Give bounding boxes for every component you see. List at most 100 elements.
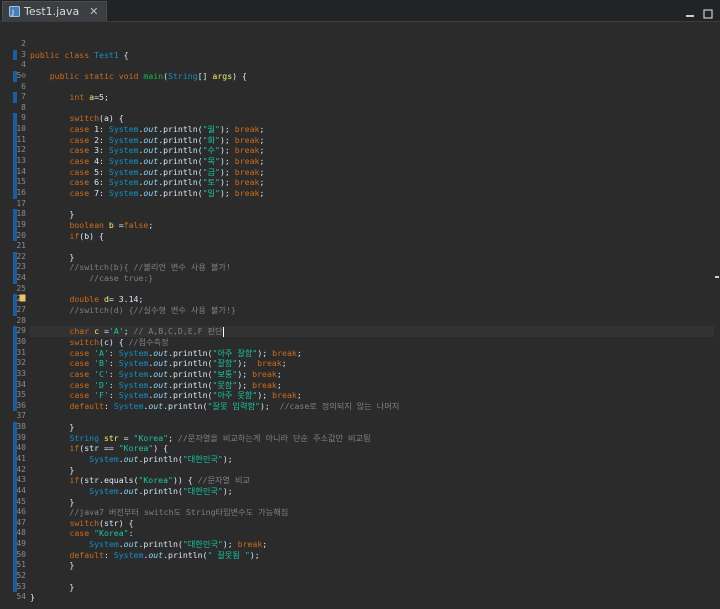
line-number-ruler: 2 3 4 5⊖ 6 7 8 9 10 11 12 13 14 15 16 17 18 19 20 21 22 23 24 2… — [0, 22, 28, 609]
code-token: ); — [222, 485, 233, 496]
code-token: case — [69, 124, 95, 135]
code-token: "Korea" — [94, 528, 129, 539]
minimize-icon[interactable] — [684, 4, 696, 17]
code-token: case — [69, 145, 95, 156]
code-token: default — [69, 400, 104, 411]
code-line: switch(a) { — [30, 113, 714, 124]
code-token: break — [234, 187, 260, 198]
code-token: "못함" — [212, 379, 238, 390]
line-number: 26 — [0, 294, 28, 305]
code-token: out — [143, 177, 159, 188]
code-token: char — [69, 326, 95, 337]
code-token: // A,B,C,D,E,F 판단 — [133, 326, 223, 337]
code-token: " 잘못됨 " — [207, 549, 250, 560]
line-number: 27 — [0, 305, 28, 316]
code-token: case — [69, 166, 95, 177]
code-token: break — [234, 124, 260, 135]
code-line: System.out.println("대한민국"); — [30, 454, 714, 465]
code-token: =5; — [94, 92, 109, 103]
code-token: 'C' — [94, 368, 109, 379]
code-token: int — [69, 92, 90, 103]
code-line: case 3: System.out.println("수"); break; — [30, 145, 714, 156]
tab-title: Test1.java — [24, 5, 80, 18]
code-token: "대한민국" — [182, 453, 223, 464]
line-number: 45 — [0, 496, 28, 508]
line-number: 29 — [0, 326, 28, 337]
warning-overview-marker[interactable] — [715, 276, 719, 278]
code-token: 2: — [94, 134, 109, 145]
line-number: 10 — [0, 124, 28, 135]
code-token: if — [69, 230, 80, 241]
code-token: : — [108, 390, 119, 401]
code-line: String str = "Korea"; //문자열을 비교하는게 아니라 단… — [30, 433, 714, 444]
overview-ruler[interactable] — [714, 22, 720, 609]
code-token: out — [153, 390, 169, 401]
code-token: (str) { — [99, 517, 134, 528]
code-token: args — [212, 70, 233, 81]
code-token: (str.equals( — [79, 475, 139, 486]
code-token: ; — [276, 368, 282, 379]
line-number: 54 — [16, 592, 26, 602]
code-token: : — [103, 549, 114, 560]
code-token: .println( — [158, 134, 203, 145]
code-token: .println( — [168, 379, 213, 390]
code-token: out — [148, 400, 164, 411]
code-token: ); — [219, 145, 235, 156]
code-token: break — [272, 347, 297, 358]
line-number: 18 — [0, 209, 28, 220]
code-line: if(str == "Korea") { — [30, 443, 714, 454]
code-editor[interactable]: public class Test1 { public static void … — [30, 22, 714, 609]
code-line: case 'C': System.out.println("보통"); brea… — [30, 369, 714, 380]
code-token: = — [113, 219, 124, 230]
close-icon[interactable]: ✕ — [89, 5, 98, 18]
line-number: 4 — [21, 60, 26, 70]
line-number: 9 — [0, 113, 28, 124]
code-line: case 7: System.out.println("일"); break; — [30, 188, 714, 199]
line-numbers: 2 3 4 5⊖ 6 7 8 9 10 11 12 13 14 15 16 17 18 19 20 21 22 23 24 2… — [0, 39, 28, 603]
code-line: case 6: System.out.println("토"); break; — [30, 177, 714, 188]
code-token: str — [103, 432, 119, 443]
code-token: System — [89, 539, 119, 550]
code-token: //case로 정의되지 않는 나머지 — [279, 400, 400, 411]
code-token: "잘함" — [212, 358, 238, 369]
code-token: break — [252, 368, 277, 379]
code-line: } — [30, 252, 714, 263]
line-number: 8 — [21, 102, 26, 112]
code-token: System — [108, 166, 139, 177]
code-token: case — [69, 347, 95, 358]
code-token: (a) { — [99, 113, 124, 124]
line-number: 39 — [0, 432, 28, 444]
code-token: System — [108, 187, 139, 198]
line-number: 38 — [0, 422, 28, 433]
code-token: //java7 버전부터 switch도 String타입변수도 가능해짐 — [30, 507, 289, 518]
code-token: .println( — [158, 145, 203, 156]
code-token: } — [30, 496, 75, 507]
code-token: default — [69, 549, 104, 560]
code-token: case — [69, 187, 95, 198]
code-token: .println( — [158, 177, 203, 188]
line-number: 33 — [0, 368, 28, 380]
code-line: } — [30, 560, 714, 571]
tab-test1-java[interactable]: J Test1.java ✕ — [2, 1, 108, 21]
code-token: "토" — [202, 177, 220, 188]
code-token: } — [30, 560, 75, 571]
code-token: ) { — [232, 70, 247, 81]
code-token: ); — [222, 453, 233, 464]
code-token: ; — [296, 390, 302, 401]
code-line: switch(str) { — [30, 518, 714, 529]
code-token: ; — [281, 358, 287, 369]
line-number: 46 — [0, 507, 28, 518]
maximize-icon[interactable] — [702, 4, 714, 19]
code-token: .println( — [168, 368, 213, 379]
code-line: default: System.out.println(" 잘못됨 "); — [30, 550, 714, 561]
code-token: out — [123, 453, 139, 464]
code-token: ; — [259, 187, 265, 198]
